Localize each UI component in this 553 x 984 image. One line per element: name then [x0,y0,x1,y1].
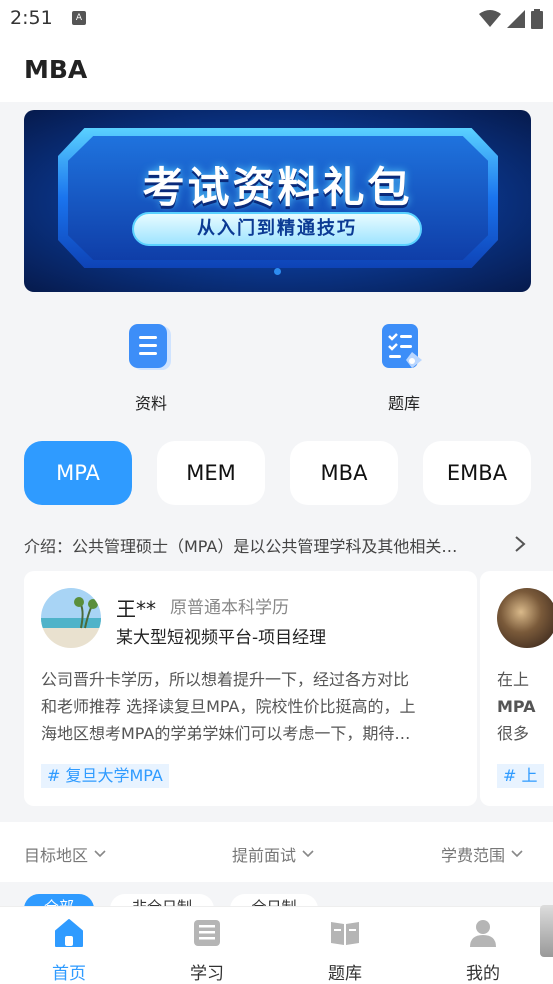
tab-mpa[interactable]: MPA [24,441,132,505]
filter-bar: 目标地区 提前面试 学费范围 [0,822,553,882]
reviewer-job: 某大型短视频平台-项目经理 [116,628,327,648]
chevron-down-icon [94,850,106,858]
nav-question-bank[interactable]: 题库 [305,917,385,984]
tab-mem[interactable]: MEM [157,441,265,505]
review-line: 很多 [497,724,530,743]
reviewer-name: 王** [116,597,156,621]
bottom-nav: 首页 学习 题库 我的 [0,906,553,984]
review-line: 海地区想考MPA的学弟学妹们可以考虑一下，期待… [41,724,411,743]
quick-link-materials[interactable]: 资料 [106,322,196,417]
checklist-icon [382,324,422,368]
quick-link-label: 资料 [134,394,167,413]
filter-tuition[interactable]: 学费范围 [441,842,523,866]
study-mode-chips: 全部 非全日制 全日制 [0,882,553,908]
filter-label: 学费范围 [441,846,506,865]
reviewer-education: 原普通本科学历 [170,598,289,618]
floating-widget[interactable] [540,905,553,957]
nav-home[interactable]: 首页 [29,917,109,984]
chevron-down-icon [511,850,523,858]
banner-title: 考试资料礼包 [142,163,413,212]
chevron-right-icon[interactable] [512,534,528,554]
battery-icon [531,9,543,29]
review-card[interactable]: 在上 MPA 很多 # 上 [480,571,553,806]
status-bar: 2:51 A [0,0,553,40]
review-tag[interactable]: # 上 [497,764,544,788]
avatar [41,588,101,648]
review-tag[interactable]: # 复旦大学MPA [41,764,169,788]
review-card[interactable]: 王** 原普通本科学历 某大型短视频平台-项目经理 公司晋升卡学历，所以想着提升… [24,571,477,806]
review-line: 公司晋升卡学历，所以想着提升一下，经过各方对比 [41,670,410,689]
promo-banner[interactable]: 考试资料礼包 从入门到精通技巧 [24,110,531,292]
status-time: 2:51 [10,7,53,29]
program-intro[interactable]: 介绍：公共管理硕士（MPA）是以公共管理学科及其他相关… [24,533,504,557]
chevron-down-icon [302,850,314,858]
tab-emba[interactable]: EMBA [423,441,531,505]
review-body: 公司晋升卡学历，所以想着提升一下，经过各方对比 和老师推荐 选择读复旦MPA，院… [41,666,461,747]
nav-profile[interactable]: 我的 [443,917,523,984]
program-tabs: MPA MEM MBA EMBA [24,441,553,505]
quick-link-question-bank[interactable]: 题库 [359,322,449,417]
banner-subtitle: 从入门到精通技巧 [132,212,422,246]
filter-early-interview[interactable]: 提前面试 [232,842,314,866]
page-title: MBA [24,55,88,84]
filter-region[interactable]: 目标地区 [24,842,106,866]
nav-study[interactable]: 学习 [167,917,247,984]
filter-label: 提前面试 [232,846,297,865]
status-icons [479,9,543,29]
nav-label: 学习 [190,964,224,984]
avatar [497,588,553,648]
open-book-icon [331,922,359,945]
user-icon [470,920,496,947]
document-list-icon [129,324,171,370]
book-icon [194,920,220,946]
review-line: 在上 [497,670,530,689]
quick-link-label: 题库 [387,394,420,413]
review-body: 在上 MPA 很多 [497,666,536,747]
nav-label: 我的 [466,964,500,984]
review-line: MPA [497,697,536,716]
signal-icon [507,10,525,28]
nav-label: 题库 [328,964,362,984]
nav-label: 首页 [52,964,86,984]
app-header: MBA [0,40,553,102]
tab-mba[interactable]: MBA [290,441,398,505]
home-icon [55,919,83,947]
filter-label: 目标地区 [24,846,89,865]
notification-icon: A [72,11,86,25]
carousel-indicator [274,268,281,275]
wifi-icon [479,10,501,27]
review-line: 和老师推荐 选择读复旦MPA，院校性价比挺高的，上 [41,697,416,716]
